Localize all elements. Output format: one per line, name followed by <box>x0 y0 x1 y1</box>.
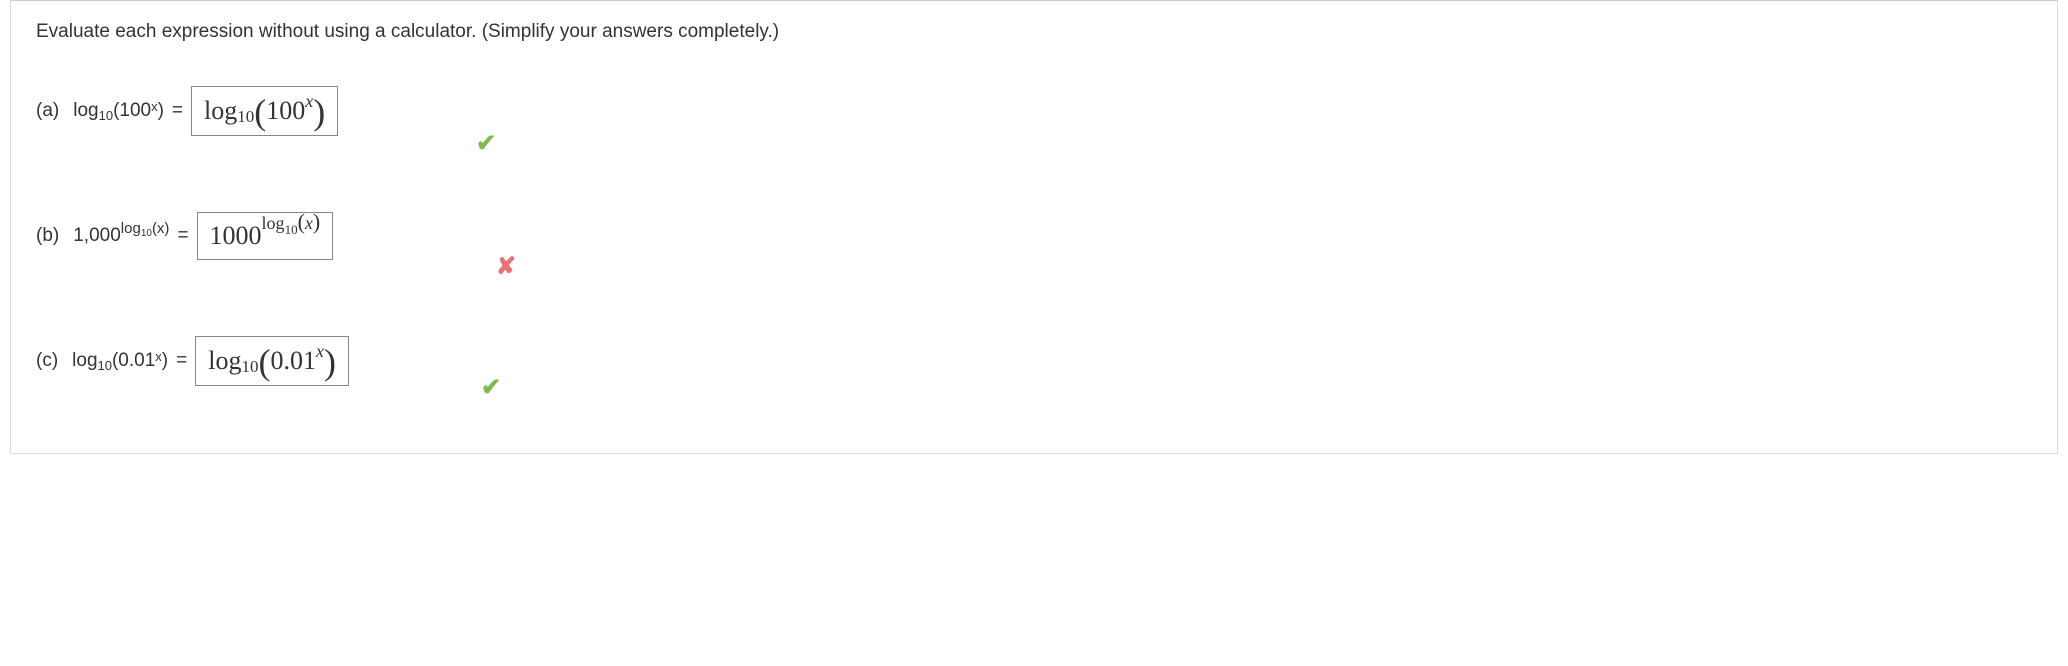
equals: = <box>177 225 188 247</box>
ans-base: 10 <box>241 357 258 377</box>
log-base: 10 <box>98 358 112 373</box>
ans-exp: x <box>305 91 313 111</box>
ans-log: log <box>208 346 241 376</box>
check-icon: ✔ <box>481 373 501 402</box>
exp-log: log <box>121 220 141 237</box>
exp-arg: (x) <box>152 220 170 237</box>
ans-exp-paren-open: ( <box>298 209 305 235</box>
paren-open: ( <box>254 94 266 130</box>
arg-open: (0.01 <box>112 350 155 372</box>
log-base: 10 <box>99 108 113 123</box>
part-c-expression: log10(0.01x) <box>72 350 168 372</box>
ans-log: log <box>204 96 237 126</box>
ans-inner: 0.01 <box>270 346 316 376</box>
ans-exp-arg: x <box>305 213 313 234</box>
paren-close: ) <box>324 344 336 380</box>
exp-base: 10 <box>141 228 152 239</box>
arg-close: ) <box>158 100 164 122</box>
ans-inner: 100 <box>266 96 305 126</box>
arg-open: (100 <box>113 100 151 122</box>
part-c-label: (c) <box>36 350 58 372</box>
ans-exponent: log10(x) <box>262 209 321 235</box>
paren-open: ( <box>258 344 270 380</box>
part-a-expression: log10(100x) <box>73 100 164 122</box>
equals: = <box>176 350 187 372</box>
cross-icon: ✘ <box>496 252 516 281</box>
question-container: Evaluate each expression without using a… <box>10 0 2058 454</box>
ans-exp: x <box>316 341 324 361</box>
arg-close: ) <box>162 350 168 372</box>
log-text: log <box>73 100 98 122</box>
ans-exp-paren-close: ) <box>313 209 320 235</box>
part-a-label: (a) <box>36 100 59 122</box>
ans-base: 10 <box>237 107 254 127</box>
part-b: (b) 1,000log10(x) = 1000log10(x) ✘ <box>36 196 2032 276</box>
part-a-answer-box[interactable]: log10(100x) <box>191 86 338 136</box>
part-b-label: (b) <box>36 225 59 247</box>
question-prompt: Evaluate each expression without using a… <box>36 21 2032 43</box>
part-a: (a) log10(100x) = log10(100x) ✔ <box>36 71 2032 151</box>
arg-exp: x <box>155 349 162 364</box>
part-b-expression: 1,000log10(x) <box>73 225 169 247</box>
ans-exp-base: 10 <box>285 222 298 238</box>
arg-exp: x <box>151 99 158 114</box>
paren-close: ) <box>313 94 325 130</box>
part-c: (c) log10(0.01x) = log10(0.01x) ✔ <box>36 321 2032 401</box>
base-num: 1,000 <box>73 225 121 247</box>
equals: = <box>172 100 183 122</box>
part-b-answer-box[interactable]: 1000log10(x) <box>197 212 334 260</box>
check-icon: ✔ <box>476 129 496 158</box>
ans-exp-log: log <box>262 213 285 234</box>
part-c-answer-box[interactable]: log10(0.01x) <box>195 336 349 386</box>
log-text: log <box>72 350 97 372</box>
ans-base-num: 1000 <box>210 221 262 251</box>
